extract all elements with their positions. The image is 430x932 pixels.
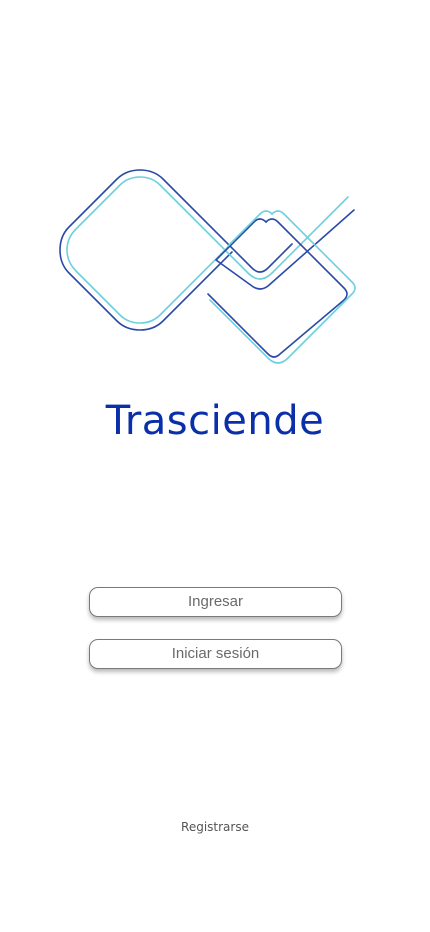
iniciar-sesion-button[interactable]: Iniciar sesión bbox=[89, 639, 342, 669]
registrarse-link[interactable]: Registrarse bbox=[0, 820, 430, 834]
ingresar-button[interactable]: Ingresar bbox=[89, 587, 342, 617]
interlocked-diamonds-logo-icon bbox=[59, 169, 356, 364]
app-title: Trasciende bbox=[105, 398, 325, 444]
